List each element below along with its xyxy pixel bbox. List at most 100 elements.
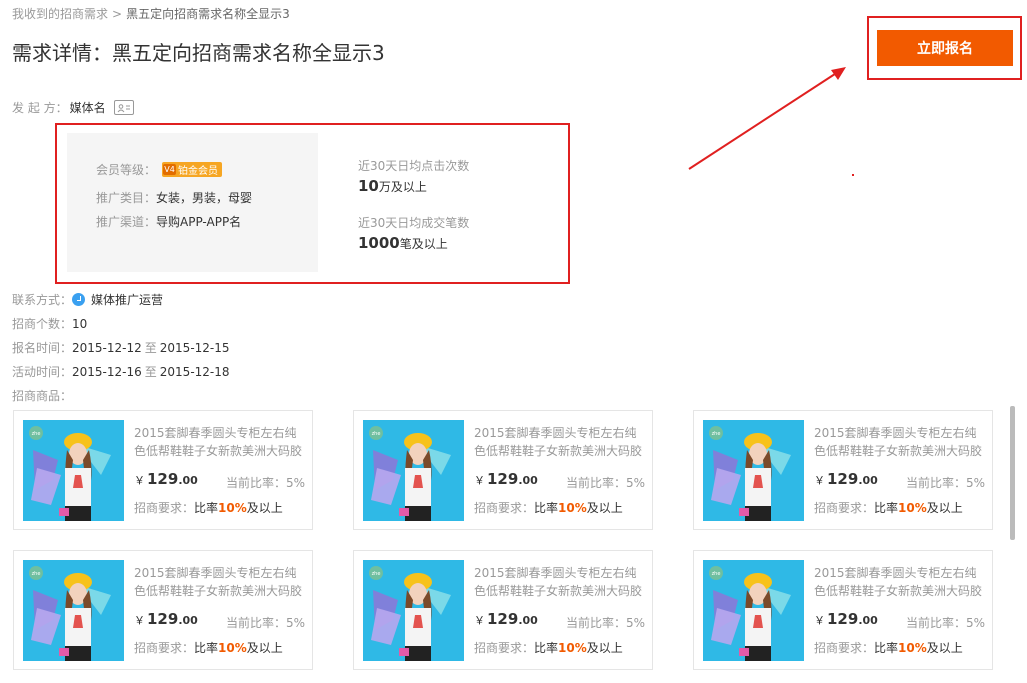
price-currency: ￥: [474, 614, 485, 627]
channel-label: 推广渠道：: [96, 215, 157, 229]
price-currency: ￥: [134, 474, 145, 487]
requirement-prefix: 比率: [874, 641, 899, 655]
count-label: 招商个数：: [12, 317, 73, 331]
contact-row: 联系方式： 媒体推广运营: [12, 291, 163, 308]
requirement-suffix: 及以上: [246, 501, 283, 515]
product-current-ratio: 当前比率：5%: [226, 616, 306, 630]
member-level-row: 会员等级： V4 铂金会员: [96, 161, 223, 178]
product-requirement: 招商要求：比率10%及以上: [474, 499, 623, 516]
member-level-label: 会员等级：: [96, 163, 157, 177]
orders-value: 1000笔及以上: [358, 234, 448, 252]
breadcrumb-separator: >: [112, 7, 123, 21]
product-price: ￥ 129.00: [814, 470, 878, 488]
price-integer: 129: [147, 610, 179, 628]
requirement-value: 10%: [218, 641, 247, 655]
requirement-suffix: 及以上: [926, 641, 963, 655]
price-currency: ￥: [814, 474, 825, 487]
price-decimal: .00: [858, 474, 878, 487]
product-card[interactable]: zhe 2015套脚春季圆头专柜左右纯色低帮鞋鞋子女新款美洲大码胶 ￥ 129.0…: [353, 550, 653, 670]
orders-num: 1000: [358, 234, 400, 252]
product-requirement: 招商要求：比率10%及以上: [134, 639, 283, 656]
activity-time-start: 2015-12-16: [72, 364, 142, 379]
clicks-label: 近30天日均点击次数: [358, 159, 470, 173]
initiator-row: 发 起 方： 媒体名: [12, 99, 134, 116]
initiator-label: 发 起 方：: [12, 101, 68, 115]
clicks-num: 10: [358, 177, 379, 195]
activity-time-label: 活动时间：: [12, 365, 73, 379]
signup-time-label: 报名时间：: [12, 341, 73, 355]
price-currency: ￥: [134, 614, 145, 627]
requirement-suffix: 及以上: [246, 641, 283, 655]
product-card[interactable]: zhe 2015套脚春季圆头专柜左右纯色低帮鞋鞋子女新款美洲大码胶 ￥ 129.0…: [693, 550, 993, 670]
product-image[interactable]: zhe: [703, 560, 804, 661]
category-label: 推广类目：: [96, 191, 157, 205]
product-name[interactable]: 2015套脚春季圆头专柜左右纯色低帮鞋鞋子女新款美洲大码胶: [134, 564, 306, 600]
requirement-label: 招商要求：: [134, 641, 195, 655]
product-current-ratio: 当前比率：5%: [566, 476, 646, 490]
product-price: ￥ 129.00: [474, 470, 538, 488]
svg-text:zhe: zhe: [372, 431, 381, 437]
product-requirement: 招商要求：比率10%及以上: [814, 499, 963, 516]
initiator-value[interactable]: 媒体名: [70, 99, 106, 116]
price-decimal: .00: [178, 474, 198, 487]
breadcrumb-parent-link[interactable]: 我收到的招商需求: [12, 7, 108, 21]
orders-label: 近30天日均成交笔数: [358, 216, 470, 230]
product-price: ￥ 129.00: [474, 610, 538, 628]
price-decimal: .00: [858, 614, 878, 627]
product-card[interactable]: zhe 2015套脚春季圆头专柜左右纯色低帮鞋鞋子女新款美洲大码胶 ￥ 129.0…: [353, 410, 653, 530]
contact-status-icon[interactable]: [72, 293, 86, 306]
price-integer: 129: [827, 470, 859, 488]
product-price: ￥ 129.00: [134, 470, 198, 488]
svg-text:zhe: zhe: [372, 571, 381, 577]
vip-level-icon: V4: [163, 164, 177, 175]
product-image[interactable]: zhe: [23, 560, 124, 661]
requirement-label: 招商要求：: [134, 501, 195, 515]
product-name[interactable]: 2015套脚春季圆头专柜左右纯色低帮鞋鞋子女新款美洲大码胶: [814, 424, 986, 460]
product-image[interactable]: zhe: [703, 420, 804, 521]
product-card[interactable]: zhe 2015套脚春季圆头专柜左右纯色低帮鞋鞋子女新款美洲大码胶 ￥ 129.0…: [13, 410, 313, 530]
product-card[interactable]: zhe 2015套脚春季圆头专柜左右纯色低帮鞋鞋子女新款美洲大码胶 ￥ 129.0…: [693, 410, 993, 530]
product-name[interactable]: 2015套脚春季圆头专柜左右纯色低帮鞋鞋子女新款美洲大码胶: [134, 424, 306, 460]
product-requirement: 招商要求：比率10%及以上: [814, 639, 963, 656]
breadcrumb-current: 黑五定向招商需求名称全显示3: [126, 7, 290, 21]
price-currency: ￥: [814, 614, 825, 627]
product-current-ratio: 当前比率：5%: [906, 616, 986, 630]
product-current-ratio: 当前比率：5%: [566, 616, 646, 630]
product-image[interactable]: zhe: [363, 420, 464, 521]
product-name[interactable]: 2015套脚春季圆头专柜左右纯色低帮鞋鞋子女新款美洲大码胶: [814, 564, 986, 600]
requirement-prefix: 比率: [534, 501, 559, 515]
channel-value: 导购APP-APP名: [156, 215, 242, 229]
price-integer: 129: [487, 610, 519, 628]
product-current-ratio: 当前比率：5%: [226, 476, 306, 490]
requirement-prefix: 比率: [194, 501, 219, 515]
signup-time-row: 报名时间： 2015-12-12 至 2015-12-15: [12, 339, 230, 356]
annotation-dot: [852, 174, 854, 176]
products-label-row: 招商商品：: [12, 387, 72, 404]
product-price: ￥ 129.00: [814, 610, 878, 628]
product-price: ￥ 129.00: [134, 610, 198, 628]
id-card-icon[interactable]: [113, 100, 134, 115]
requirement-label: 招商要求：: [474, 501, 535, 515]
requirement-label: 招商要求：: [814, 641, 875, 655]
contact-value[interactable]: 媒体推广运营: [91, 291, 163, 308]
activity-time-to: 至: [144, 365, 157, 379]
clicks-value: 10万及以上: [358, 177, 427, 195]
svg-text:zhe: zhe: [712, 571, 721, 577]
svg-text:zhe: zhe: [32, 571, 41, 577]
clicks-unit: 万及以上: [378, 180, 427, 194]
product-requirement: 招商要求：比率10%及以上: [474, 639, 623, 656]
breadcrumb: 我收到的招商需求 > 黑五定向招商需求名称全显示3: [12, 5, 290, 22]
product-card[interactable]: zhe 2015套脚春季圆头专柜左右纯色低帮鞋鞋子女新款美洲大码胶 ￥ 129.0…: [13, 550, 313, 670]
count-row: 招商个数： 10: [12, 315, 87, 332]
signup-time-end: 2015-12-15: [159, 340, 230, 355]
signup-button[interactable]: 立即报名: [877, 30, 1013, 66]
product-name[interactable]: 2015套脚春季圆头专柜左右纯色低帮鞋鞋子女新款美洲大码胶: [474, 564, 646, 600]
price-decimal: .00: [518, 474, 538, 487]
product-image[interactable]: zhe: [363, 560, 464, 661]
product-name[interactable]: 2015套脚春季圆头专柜左右纯色低帮鞋鞋子女新款美洲大码胶: [474, 424, 646, 460]
requirement-value: 10%: [898, 641, 927, 655]
price-currency: ￥: [474, 474, 485, 487]
scrollbar[interactable]: [1010, 406, 1015, 540]
signup-time-to: 至: [144, 341, 157, 355]
product-image[interactable]: zhe: [23, 420, 124, 521]
